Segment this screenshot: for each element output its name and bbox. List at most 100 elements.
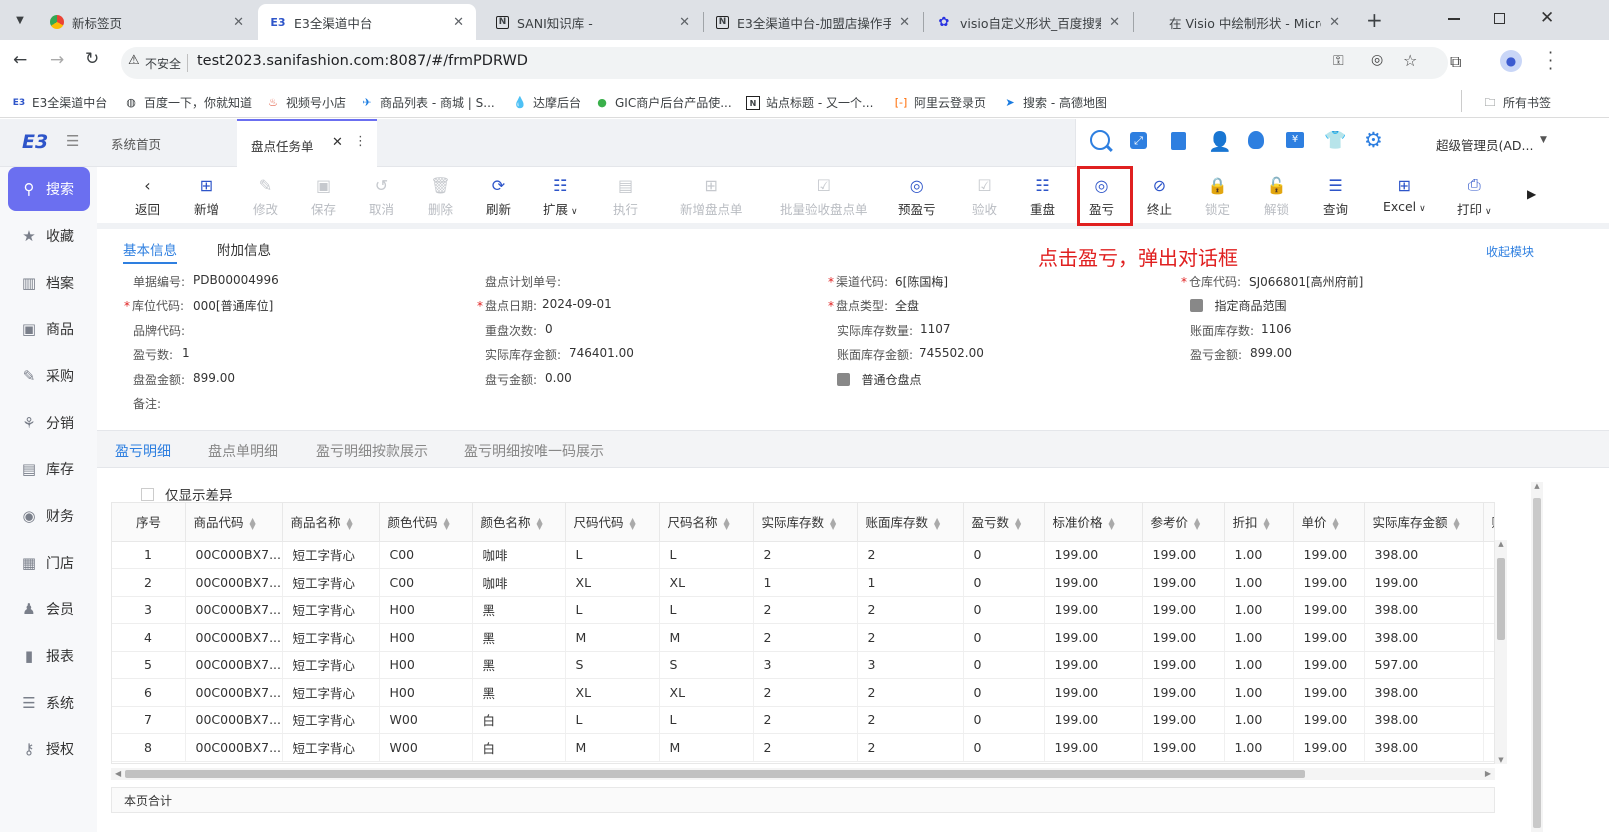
close-window-icon[interactable]: ✕ (1540, 8, 1554, 28)
sidebar-item-report[interactable]: ▮ 报表 (8, 634, 90, 678)
column-header[interactable]: 账面 (1483, 503, 1494, 542)
browser-menu-icon[interactable]: · · · (1548, 45, 1553, 77)
new-tab-plus-icon[interactable]: + (1366, 8, 1383, 32)
sort-icon[interactable]: ▲ ▼ (934, 516, 940, 530)
sort-icon[interactable]: ▲ ▼ (1333, 516, 1339, 530)
sidebar-item-authorize[interactable]: ⚷ 授权 (8, 727, 90, 771)
bulb-icon[interactable] (1248, 131, 1264, 149)
browser-tab-manual[interactable]: N E3全渠道中台-加盟店操作手 ✕ (704, 4, 922, 40)
sort-icon[interactable]: ▲ ▼ (250, 516, 256, 530)
extensions-icon[interactable]: ⧉ (1450, 52, 1461, 72)
browser-tab-visio[interactable]: 在 Visio 中绘制形状 - Micro ✕ (1134, 4, 1352, 40)
horizontal-scrollbar[interactable]: ◀ ▶ (111, 768, 1495, 780)
bookmark-item[interactable]: ♨ 视频号小店 (266, 94, 346, 111)
scroll-down-arrow-icon[interactable]: ▼ (1495, 756, 1507, 764)
batch-accept-button[interactable]: ☑ 批量验收盘点单 (780, 175, 868, 218)
scroll-left-arrow-icon[interactable]: ◀ (115, 769, 121, 778)
sort-icon[interactable]: ▲ ▼ (1264, 516, 1270, 530)
column-header[interactable]: 实际库存金额 ▲ ▼ (1364, 503, 1484, 542)
accept-button[interactable]: ☑ 验收 (972, 175, 997, 218)
page-tab-home[interactable]: 系统首页 (97, 119, 237, 167)
specified-range-checkbox[interactable]: 指定商品范围 (1190, 297, 1286, 314)
close-tab-icon[interactable]: ✕ (233, 15, 244, 30)
save-button[interactable]: ▣ 保存 (311, 175, 336, 218)
sidebar-item-member[interactable]: ♟ 会员 (8, 587, 90, 631)
sort-icon[interactable]: ▲ ▼ (1194, 516, 1200, 530)
table-row[interactable]: 7 00C000BX7... 短工字背心 W00 白 L L 2 2 0 199.00 199.00 1… (112, 706, 1494, 734)
back-arrow-icon[interactable]: ← (13, 50, 27, 70)
sidebar-item-finance[interactable]: ◉ 财务 (8, 494, 90, 538)
bookmark-item[interactable]: E3 E3全渠道中台 (12, 94, 107, 111)
maximize-icon[interactable] (1494, 13, 1505, 24)
tab-search-dropdown-icon[interactable]: ▼ (10, 10, 30, 30)
delete-button[interactable]: 🗑 删除 (428, 175, 453, 218)
column-header[interactable]: 序号 (112, 503, 186, 542)
column-header[interactable]: 颜色代码 ▲ ▼ (379, 503, 473, 542)
table-row[interactable]: 8 00C000BX7... 短工字背心 W00 白 M M 2 2 0 199.00 199.00 1… (112, 733, 1494, 762)
eye-off-icon[interactable]: ◎ (1371, 52, 1383, 68)
form-tab-extra[interactable]: 附加信息 (217, 239, 271, 259)
close-tab-icon[interactable]: ✕ (679, 15, 690, 30)
all-bookmarks[interactable]: 🗀 所有书签 (1483, 94, 1552, 111)
bookmark-item[interactable]: N 站点标题 - 又一个... (746, 94, 873, 111)
only-diff-checkbox[interactable]: 仅显示差异 (141, 484, 233, 504)
column-header[interactable]: 盈亏数 ▲ ▼ (963, 503, 1045, 542)
user-name[interactable]: 超级管理员(AD... (1436, 135, 1533, 154)
app-logo[interactable]: E3 (22, 131, 48, 153)
security-label[interactable]: 不安全 (145, 55, 181, 72)
terminate-button[interactable]: ⊘ 终止 (1147, 175, 1172, 218)
column-header[interactable]: 尺码代码 ▲ ▼ (565, 503, 660, 542)
sort-icon[interactable]: ▲ ▼ (537, 516, 543, 530)
sidebar-item-stock[interactable]: ▤ 库存 (8, 447, 90, 491)
sidebar-item-distribution[interactable]: ⚘ 分销 (8, 401, 90, 445)
lock-button[interactable]: 🔒 锁定 (1205, 175, 1230, 218)
sort-icon[interactable]: ▲ ▼ (1109, 516, 1115, 530)
collapse-module-link[interactable]: 收起模块 (1486, 243, 1534, 260)
table-row[interactable]: 1 00C000BX7... 短工字背心 C00 咖啡 L L 2 2 0 199.00 199.00… (112, 541, 1494, 569)
print-button[interactable]: ⎙ 打印 ∨ (1457, 175, 1492, 218)
tab-by-style[interactable]: 盈亏明细按款展示 (316, 441, 428, 461)
page-vertical-scrollbar[interactable]: ▲ (1531, 482, 1543, 832)
url-text[interactable]: test2023.sanifashion.com:8087/#/frmPDRWD (197, 53, 528, 69)
menu-collapse-icon[interactable]: ☰ (66, 132, 79, 150)
user-dropdown-icon[interactable]: ▼ (1540, 135, 1547, 145)
browser-tab-sani[interactable]: N SANI知识库 - ✕ (484, 4, 702, 40)
execute-button[interactable]: ▤ 执行 (613, 175, 638, 218)
sidebar-item-favorites[interactable]: ★ 收藏 (8, 214, 90, 258)
add-button[interactable]: ⊞ 新增 (194, 175, 219, 218)
sort-icon[interactable]: ▲ ▼ (630, 516, 636, 530)
vertical-scrollbar[interactable]: ▲ ▼ (1495, 540, 1507, 764)
table-row[interactable]: 5 00C000BX7... 短工字背心 H00 黑 S S 3 3 0 199.00 199.00 1… (112, 651, 1494, 679)
minimize-icon[interactable] (1448, 18, 1460, 20)
bookmark-item[interactable]: [-] 阿里云登录页 (894, 94, 986, 111)
tab-count-detail[interactable]: 盘点单明细 (208, 441, 278, 461)
browser-tab-new-tab[interactable]: 新标签页 ✕ (38, 4, 256, 40)
sort-icon[interactable]: ▲ ▼ (347, 516, 353, 530)
tshirt-icon[interactable]: 👕 (1324, 130, 1346, 151)
extend-button[interactable]: ☷ 扩展 ∨ (543, 175, 578, 218)
page-tab-inventory-task[interactable]: 盘点任务单 ✕ ⋮ (237, 119, 377, 167)
more-vertical-icon[interactable]: ⋮ (354, 134, 367, 149)
scroll-thumb[interactable] (125, 770, 1305, 778)
gear-icon[interactable]: ⚙ (1364, 128, 1383, 152)
browser-tab-baidu[interactable]: ✿ visio自定义形状_百度搜索 ✕ (924, 4, 1132, 40)
scroll-up-arrow-icon[interactable]: ▲ (1495, 540, 1507, 548)
column-header[interactable]: 账面库存数 ▲ ▼ (857, 503, 964, 542)
reload-icon[interactable]: ↻ (85, 49, 99, 69)
scroll-up-arrow-icon[interactable]: ▲ (1531, 482, 1543, 490)
bookmark-item[interactable]: ➤ 搜索 - 高德地图 (1003, 94, 1107, 111)
column-header[interactable]: 颜色名称 ▲ ▼ (472, 503, 566, 542)
scroll-right-arrow-icon[interactable]: ▶ (1485, 769, 1491, 778)
tab-by-unique-code[interactable]: 盈亏明细按唯一码展示 (464, 441, 604, 461)
normal-warehouse-checkbox[interactable]: 普通仓盘点 (837, 371, 921, 388)
fullscreen-icon[interactable]: ⤢ (1130, 132, 1147, 149)
column-header[interactable]: 尺码名称 ▲ ▼ (659, 503, 754, 542)
pre-profit-loss-button[interactable]: ◎ 预盈亏 (898, 175, 936, 218)
close-tab-icon[interactable]: ✕ (332, 135, 343, 150)
table-row[interactable]: 2 00C000BX7... 短工字背心 C00 咖啡 XL XL 1 1 0 199.00 199.… (112, 568, 1494, 597)
address-bar[interactable]: ⚠ 不安全 test2023.sanifashion.com:8087/#/fr… (121, 47, 1448, 79)
excel-button[interactable]: ⊞ Excel ∨ (1383, 175, 1426, 215)
add-inventory-button[interactable]: ⊞ 新增盘点单 (680, 175, 743, 218)
sidebar-item-goods[interactable]: ▣ 商品 (8, 307, 90, 351)
cancel-button[interactable]: ↺ 取消 (369, 175, 394, 218)
